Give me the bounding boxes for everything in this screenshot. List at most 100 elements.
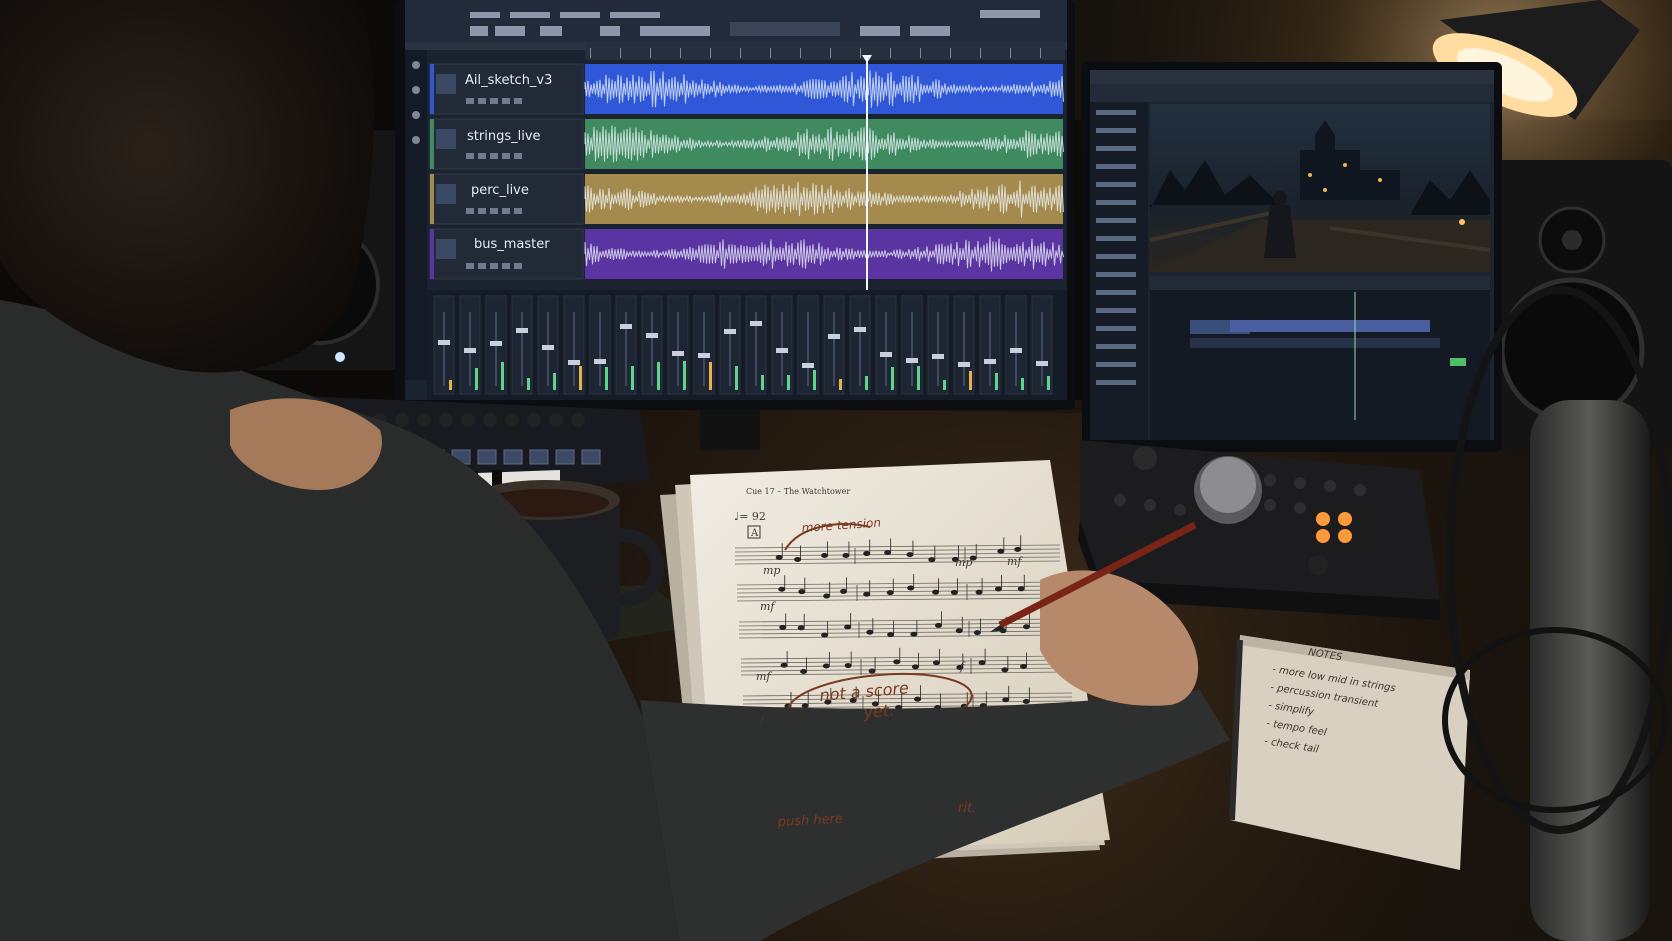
note-head bbox=[928, 557, 936, 563]
dynamic-mp-2: mp bbox=[955, 556, 972, 569]
fader-track bbox=[729, 312, 731, 386]
browser-item bbox=[1096, 110, 1136, 115]
fader-cap bbox=[854, 327, 866, 332]
annotation-yet: yet. bbox=[862, 700, 895, 722]
level-meter bbox=[709, 362, 712, 390]
track-control-button bbox=[514, 208, 522, 214]
level-meter bbox=[1047, 376, 1050, 390]
note-head bbox=[794, 557, 802, 563]
interface-knob bbox=[1324, 480, 1336, 492]
browser-item bbox=[1096, 272, 1136, 277]
browser-item bbox=[1096, 164, 1136, 169]
head bbox=[0, 0, 374, 373]
track-control-button bbox=[466, 153, 474, 159]
note-head bbox=[1020, 664, 1028, 670]
level-meter bbox=[969, 371, 972, 390]
track-control-button bbox=[490, 98, 498, 104]
note-head bbox=[778, 586, 786, 592]
track-control-button bbox=[514, 153, 522, 159]
track-color-strip bbox=[430, 64, 434, 114]
note-head bbox=[1017, 586, 1025, 592]
dynamic-mf-1: mf bbox=[1007, 555, 1023, 568]
level-meter bbox=[943, 380, 946, 390]
note-head bbox=[932, 589, 940, 595]
note-head bbox=[997, 548, 1005, 554]
fader-track bbox=[703, 312, 705, 386]
level-meter bbox=[475, 368, 478, 390]
note-head bbox=[844, 624, 852, 630]
track-control-button bbox=[502, 263, 510, 269]
ruler-tick bbox=[800, 48, 801, 58]
track-name-ail-sketch[interactable]: Ail_sketch_v3 bbox=[465, 73, 552, 88]
note-head bbox=[994, 586, 1002, 592]
fader-track bbox=[677, 312, 679, 386]
note-head bbox=[906, 552, 914, 558]
ruler-tick bbox=[620, 48, 621, 58]
interface-knob bbox=[1294, 502, 1306, 514]
controller-knob bbox=[461, 413, 475, 427]
fader-cap bbox=[750, 321, 762, 326]
note-head bbox=[887, 632, 895, 638]
fader-track bbox=[521, 312, 523, 386]
note-head bbox=[801, 703, 809, 709]
fader-track bbox=[599, 312, 601, 386]
level-meter bbox=[553, 373, 556, 390]
note-head bbox=[886, 590, 894, 596]
note-head bbox=[912, 664, 920, 670]
interface-knob bbox=[1174, 504, 1186, 516]
browser-item bbox=[1096, 344, 1136, 349]
fader-cap bbox=[516, 328, 528, 333]
video-viewer bbox=[1149, 104, 1491, 272]
interface-knob bbox=[1294, 477, 1306, 489]
note-head bbox=[823, 593, 831, 599]
track-control-button bbox=[466, 263, 474, 269]
track-color-strip bbox=[430, 229, 434, 279]
fader-cap bbox=[542, 345, 554, 350]
fader-cap bbox=[672, 351, 684, 356]
fader-track bbox=[495, 312, 497, 386]
ruler-tick bbox=[860, 48, 861, 58]
dynamic-mf-2: mf bbox=[760, 600, 776, 613]
track-name-perc[interactable]: perc_live bbox=[471, 183, 529, 198]
drum-pad bbox=[555, 449, 575, 465]
track-icon bbox=[436, 184, 456, 204]
note-head bbox=[863, 591, 871, 597]
ruler-tick bbox=[710, 48, 711, 58]
fader-cap bbox=[620, 324, 632, 329]
level-meter bbox=[787, 375, 790, 390]
track-control-button bbox=[514, 98, 522, 104]
browser-item bbox=[1096, 362, 1136, 367]
note-head bbox=[910, 631, 918, 637]
track-control-button bbox=[490, 263, 498, 269]
track-name-strings[interactable]: strings_live bbox=[467, 129, 541, 144]
cue-title: Cue 17 – The Watchtower bbox=[746, 487, 850, 496]
fader-track bbox=[989, 312, 991, 386]
browser-item bbox=[1096, 218, 1136, 223]
interface-knob bbox=[1354, 484, 1366, 496]
note-head bbox=[775, 554, 783, 560]
note-head bbox=[1002, 697, 1010, 703]
track-control-button bbox=[478, 263, 486, 269]
fader-cap bbox=[984, 359, 996, 364]
note-head bbox=[780, 662, 788, 668]
note-head bbox=[893, 659, 901, 665]
fader-cap bbox=[906, 358, 918, 363]
note-head bbox=[1022, 624, 1030, 630]
note-head bbox=[1001, 667, 1009, 673]
level-meter bbox=[605, 367, 608, 390]
fader-track bbox=[1041, 312, 1043, 386]
media-browser-panel bbox=[1090, 102, 1148, 440]
level-meter bbox=[657, 362, 660, 390]
browser-item bbox=[1096, 146, 1136, 151]
fader-track bbox=[859, 312, 861, 386]
fader-track bbox=[651, 312, 653, 386]
controller-knob bbox=[417, 413, 431, 427]
interface-knob bbox=[1264, 474, 1276, 486]
fader-cap bbox=[880, 352, 892, 357]
track-color-strip bbox=[430, 174, 434, 224]
level-meter bbox=[579, 366, 582, 390]
track-color-strip bbox=[430, 119, 434, 169]
level-meter bbox=[1021, 378, 1024, 390]
note-head bbox=[822, 663, 830, 669]
track-name-bus-master[interactable]: bus_master bbox=[474, 237, 550, 252]
